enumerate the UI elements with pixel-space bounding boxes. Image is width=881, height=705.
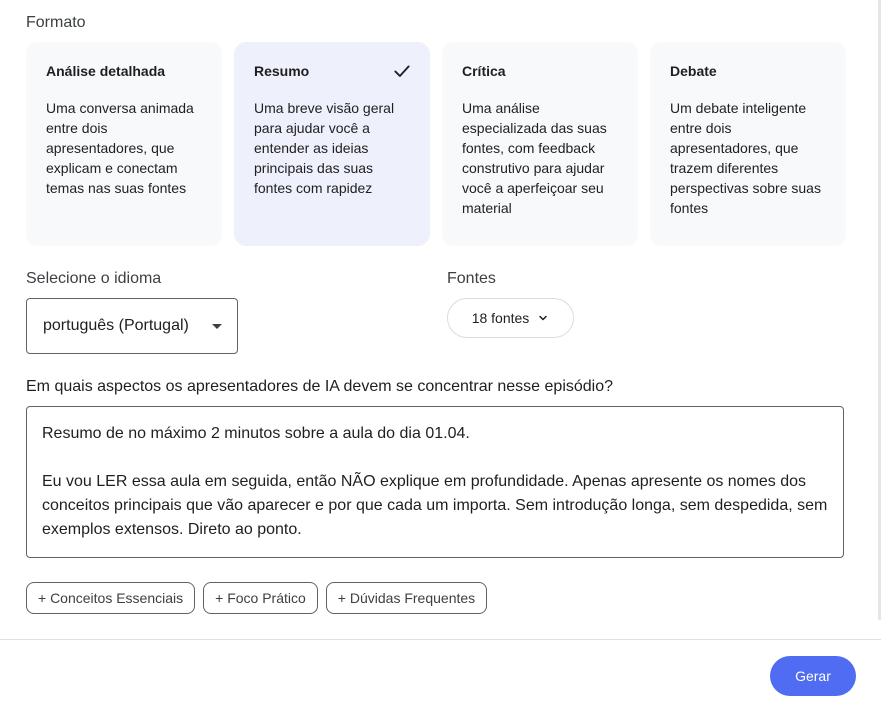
focus-textarea[interactable]: Resumo de no máximo 2 minutos sobre a au… — [26, 406, 844, 558]
sources-dropdown-button[interactable]: 18 fontes — [447, 298, 574, 338]
format-card-description: Um debate inteligente entre dois apresen… — [670, 100, 821, 216]
format-card-description: Uma conversa animada entre dois apresent… — [46, 100, 194, 196]
format-card-title: Resumo — [254, 63, 310, 79]
format-card-title: Análise detalhada — [46, 63, 166, 79]
audio-overview-customize-panel: Formato Análise detalhada Uma conversa a… — [0, 0, 881, 705]
dropdown-arrow-icon — [212, 324, 222, 329]
format-card-analise-detalhada[interactable]: Análise detalhada Uma conversa animada e… — [26, 42, 222, 246]
format-card-description: Uma breve visão geral para ajudar você a… — [254, 100, 395, 196]
format-card-title: Crítica — [462, 63, 506, 79]
suggestion-chip-conceitos-essenciais[interactable]: + Conceitos Essenciais — [26, 582, 196, 614]
sources-label: Fontes — [447, 270, 496, 287]
format-card-description: Uma análise especializada das suas fonte… — [462, 100, 607, 216]
footer-divider — [0, 639, 881, 640]
language-select-value: português (Portugal) — [43, 317, 189, 334]
sources-count: 18 fontes — [471, 310, 530, 326]
suggestion-chip-foco-pratico[interactable]: + Foco Prático — [203, 582, 318, 614]
suggestion-chips: + Conceitos Essenciais + Foco Prático + … — [26, 582, 488, 614]
suggestion-chip-duvidas-frequentes[interactable]: + Dúvidas Frequentes — [325, 582, 488, 614]
format-label: Formato — [26, 14, 86, 31]
chevron-down-icon — [539, 315, 548, 321]
focus-label: Em quais aspectos os apresentadores de I… — [26, 378, 614, 395]
language-label: Selecione o idioma — [26, 270, 162, 287]
generate-button[interactable]: Gerar — [770, 656, 856, 696]
format-card-title: Debate — [670, 63, 717, 79]
format-options: Análise detalhada Uma conversa animada e… — [26, 42, 846, 246]
format-card-resumo[interactable]: Resumo Uma breve visão geral para ajudar… — [234, 42, 430, 246]
checkmark-icon — [394, 65, 410, 77]
format-card-critica[interactable]: Crítica Uma análise especializada das su… — [442, 42, 638, 246]
language-select[interactable]: português (Portugal) — [26, 298, 238, 354]
format-card-debate[interactable]: Debate Um debate inteligente entre dois … — [650, 42, 846, 246]
